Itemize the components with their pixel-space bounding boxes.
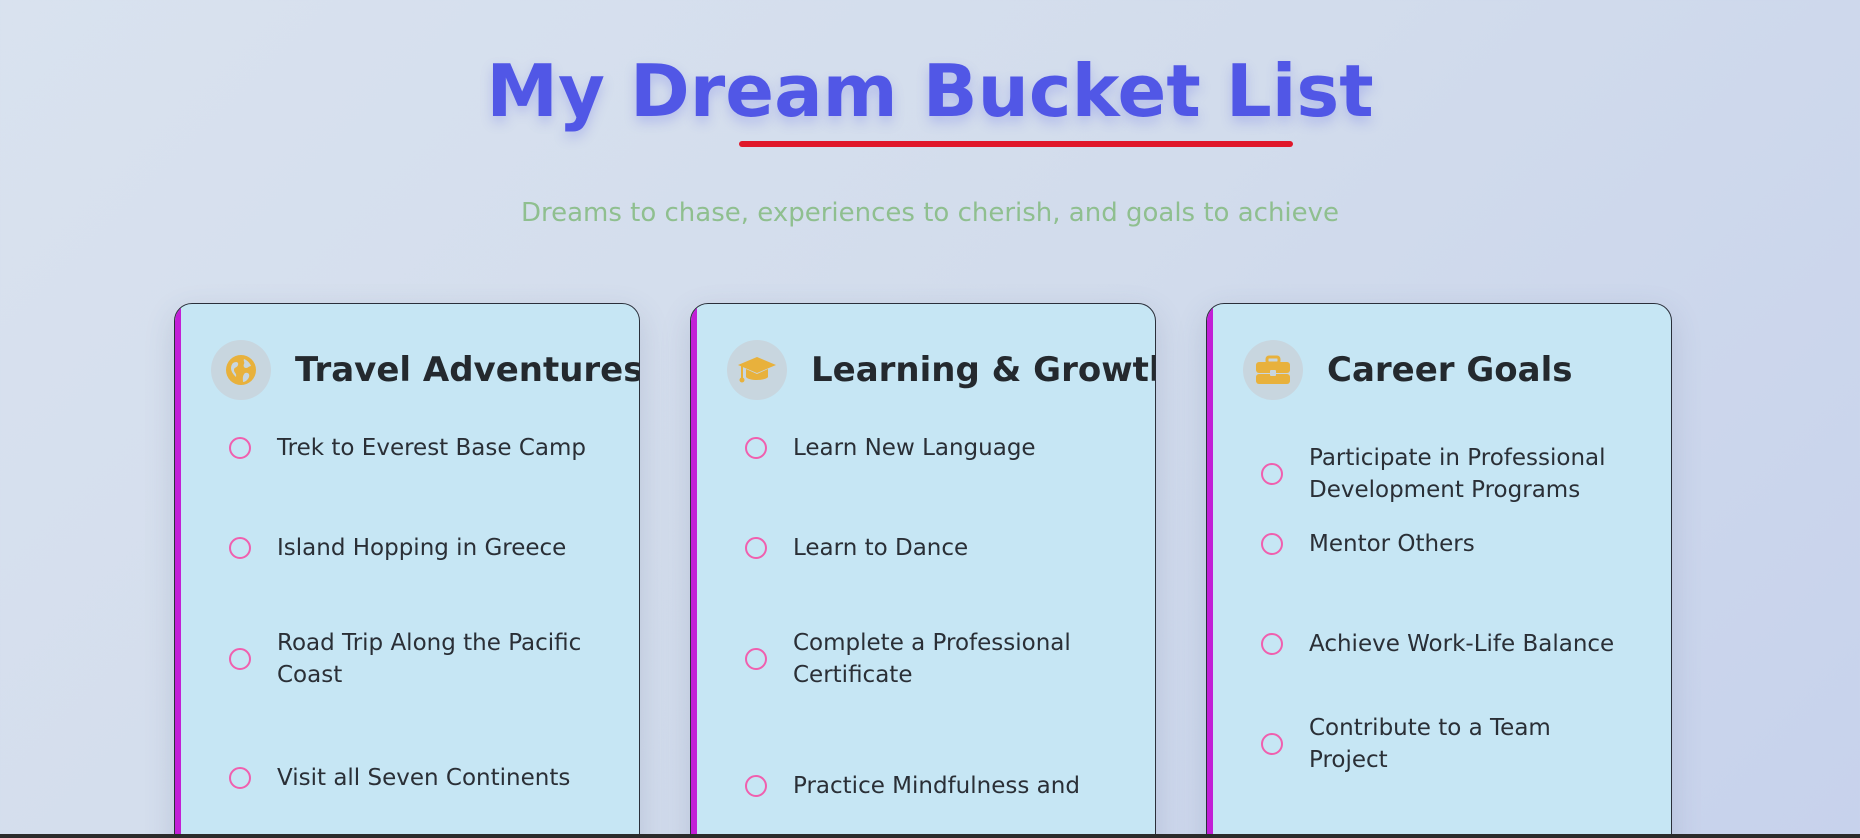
checkbox[interactable]: [1261, 463, 1283, 485]
card-career-goals: Career Goals Participate in Professional…: [1206, 303, 1672, 838]
list-item[interactable]: Participate in Professional Development …: [1261, 436, 1641, 512]
globe-icon: [211, 340, 271, 400]
list-item[interactable]: Visit all Seven Continents: [229, 748, 609, 808]
checkbox[interactable]: [745, 537, 767, 559]
card-title: Learning & Growth: [811, 350, 1156, 390]
list-item-label: Visit all Seven Continents: [277, 765, 571, 791]
briefcase-icon: [1243, 340, 1303, 400]
checkbox[interactable]: [229, 537, 251, 559]
graduation-cap-icon: [727, 340, 787, 400]
list-item-label: Road Trip Along the Pacific Coast: [277, 630, 582, 688]
list-item[interactable]: Contribute to a Team Project: [1261, 714, 1641, 774]
list-item[interactable]: Learn to Dance: [745, 518, 1125, 578]
list-item[interactable]: Island Hopping in Greece: [229, 518, 609, 578]
list-item-label: Complete a Professional Certificate: [793, 630, 1071, 688]
list-item[interactable]: Learn New Language: [745, 418, 1125, 478]
list-item-label: Practice Mindfulness and: [793, 773, 1080, 799]
list-item-label: Participate in Professional Development …: [1309, 445, 1606, 503]
card-learning-growth: Learning & Growth Learn New Language Lea…: [690, 303, 1156, 838]
list-item-label: Contribute to a Team Project: [1309, 715, 1551, 773]
checkbox[interactable]: [745, 775, 767, 797]
checkbox[interactable]: [1261, 633, 1283, 655]
list-item-label: Island Hopping in Greece: [277, 535, 567, 561]
card-header: Travel Adventures: [211, 340, 640, 400]
checkbox[interactable]: [745, 648, 767, 670]
card-travel-adventures: Travel Adventures Trek to Everest Base C…: [174, 303, 640, 838]
checkbox[interactable]: [745, 437, 767, 459]
checkbox[interactable]: [1261, 733, 1283, 755]
list-item-label: Achieve Work-Life Balance: [1309, 631, 1615, 657]
checkbox[interactable]: [1261, 533, 1283, 555]
list-item[interactable]: Achieve Work-Life Balance: [1261, 614, 1641, 674]
list-item-label: Mentor Others: [1309, 531, 1475, 557]
list-item[interactable]: Mentor Others: [1261, 514, 1641, 574]
card-header: Learning & Growth: [727, 340, 1156, 400]
checkbox[interactable]: [229, 648, 251, 670]
list-item[interactable]: Trek to Everest Base Camp: [229, 418, 609, 478]
card-title: Career Goals: [1327, 350, 1573, 390]
checkbox[interactable]: [229, 767, 251, 789]
list-item[interactable]: Practice Mindfulness and: [745, 748, 1125, 824]
list-item[interactable]: Road Trip Along the Pacific Coast: [229, 621, 609, 697]
bucket-list-cards: Travel Adventures Trek to Everest Base C…: [0, 0, 1860, 838]
list-item-label: Learn New Language: [793, 435, 1036, 461]
list-item-label: Learn to Dance: [793, 535, 969, 561]
checkbox[interactable]: [229, 437, 251, 459]
list-item[interactable]: Complete a Professional Certificate: [745, 621, 1125, 697]
card-title: Travel Adventures: [295, 350, 640, 390]
list-item-label: Trek to Everest Base Camp: [277, 435, 586, 461]
card-header: Career Goals: [1243, 340, 1573, 400]
window-bottom-edge: [0, 834, 1860, 838]
